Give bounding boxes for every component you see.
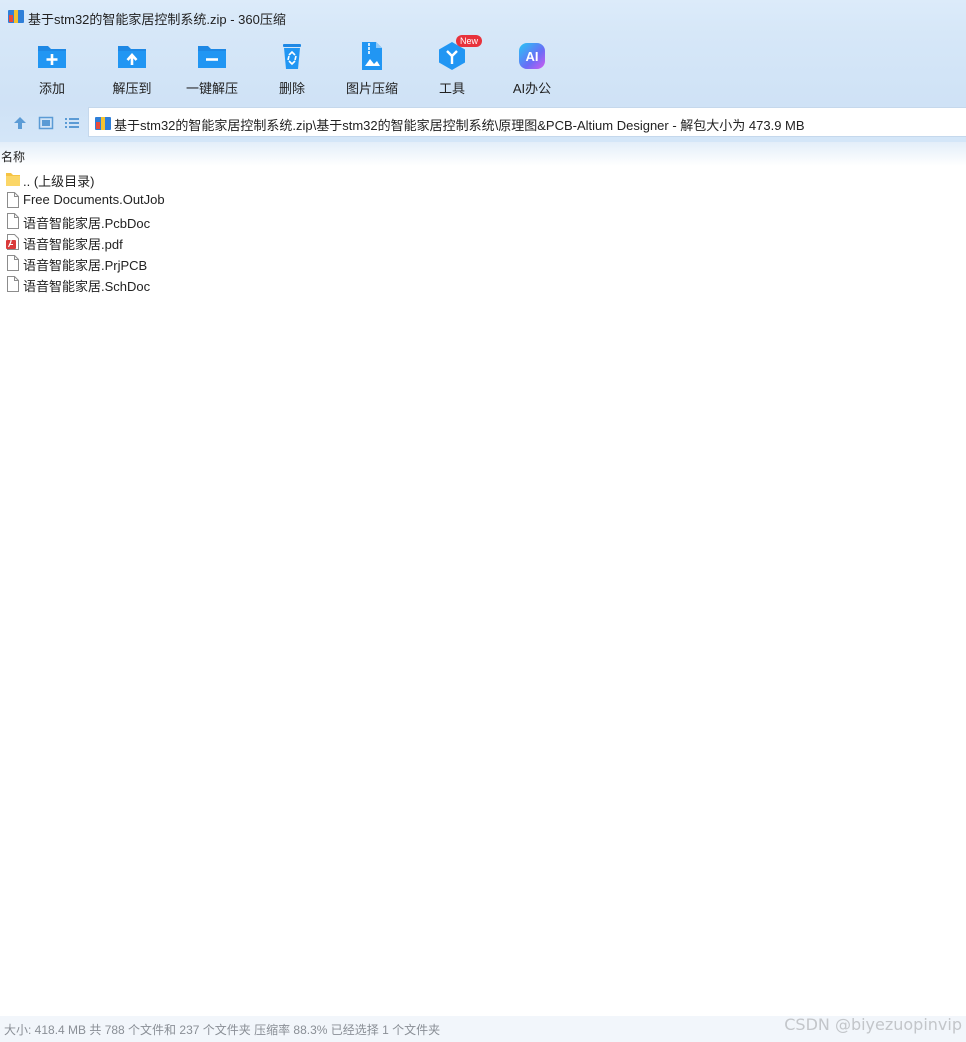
list-view-icon[interactable] [64,115,80,131]
file-icon [7,192,19,208]
list-item[interactable]: 语音智能家居.SchDoc [0,273,300,294]
ai-office-label: AI办公 [512,81,552,96]
file-name: Free Documents.OutJob [23,192,165,207]
ai-office-icon: AI [519,43,545,69]
path-input[interactable]: 基于stm32的智能家居控制系统.zip\基于stm32的智能家居控制系统\原理… [88,107,966,137]
ai-office-button[interactable]: AI AI办公 [500,38,564,100]
file-icon [7,276,19,292]
list-item[interactable]: 语音智能家居.PcbDoc [0,210,300,231]
add-button[interactable]: 添加 [20,38,84,100]
file-name: 语音智能家居.pdf [23,237,123,252]
extract-to-label: 解压到 [112,81,152,96]
path-text: 基于stm32的智能家居控制系统.zip\基于stm32的智能家居控制系统\原理… [114,118,805,133]
list-item[interactable]: Free Documents.OutJob [0,189,300,210]
image-compress-button[interactable]: 图片压缩 [340,38,404,100]
watermark: CSDN @biyezuopinvip [784,1015,962,1034]
pdf-icon [6,234,19,250]
new-badge: New [456,35,483,47]
tools-button[interactable]: New 工具 [420,35,484,100]
toolbar: 添加 解压到 一键解压 删除 图片压缩 New 工具 AI AI办公 [0,34,966,104]
list-item-parent-dir[interactable]: .. (上级目录) [0,168,300,189]
file-icon [7,213,19,229]
add-label: 添加 [38,81,65,96]
image-compress-icon [362,42,382,70]
file-name: 语音智能家居.PrjPCB [23,258,148,273]
image-compress-label: 图片压缩 [345,81,398,96]
title-bar: 基于stm32的智能家居控制系统.zip - 360压缩 [0,0,966,34]
tools-label: 工具 [438,81,465,96]
file-name: 语音智能家居.SchDoc [23,279,151,294]
one-click-extract-icon [198,46,226,68]
file-icon [7,255,19,271]
status-text: 大小: 418.4 MB 共 788 个文件和 237 个文件夹 压缩率 88.… [4,1023,441,1037]
one-click-extract-button[interactable]: 一键解压 [180,38,244,100]
folder-icon [6,173,20,186]
extract-to-icon [118,46,146,68]
thumbnail-view-icon[interactable] [38,115,54,131]
extract-to-button[interactable]: 解压到 [100,38,164,100]
delete-button[interactable]: 删除 [260,38,324,100]
archive-icon [95,117,111,130]
add-folder-icon [38,46,66,68]
window-title: 基于stm32的智能家居控制系统.zip - 360压缩 [28,12,286,27]
file-name: 语音智能家居.PcbDoc [23,216,151,231]
archive-app-icon [8,10,24,23]
delete-label: 删除 [278,81,305,96]
file-list: 名称 .. (上级目录) Free Documents.OutJob 语音智能家… [0,142,966,1016]
address-bar: 基于stm32的智能家居控制系统.zip\基于stm32的智能家居控制系统\原理… [0,104,966,142]
file-name: .. (上级目录) [23,174,95,189]
list-header: 名称 [0,142,966,166]
one-click-extract-label: 一键解压 [185,81,238,96]
up-arrow-icon[interactable] [12,115,28,131]
list-item[interactable]: 语音智能家居.pdf [0,231,300,252]
list-item[interactable]: 语音智能家居.PrjPCB [0,252,300,273]
recycle-delete-icon [283,44,301,69]
column-header-name[interactable]: 名称 [1,148,25,165]
svg-text:AI: AI [526,49,539,64]
